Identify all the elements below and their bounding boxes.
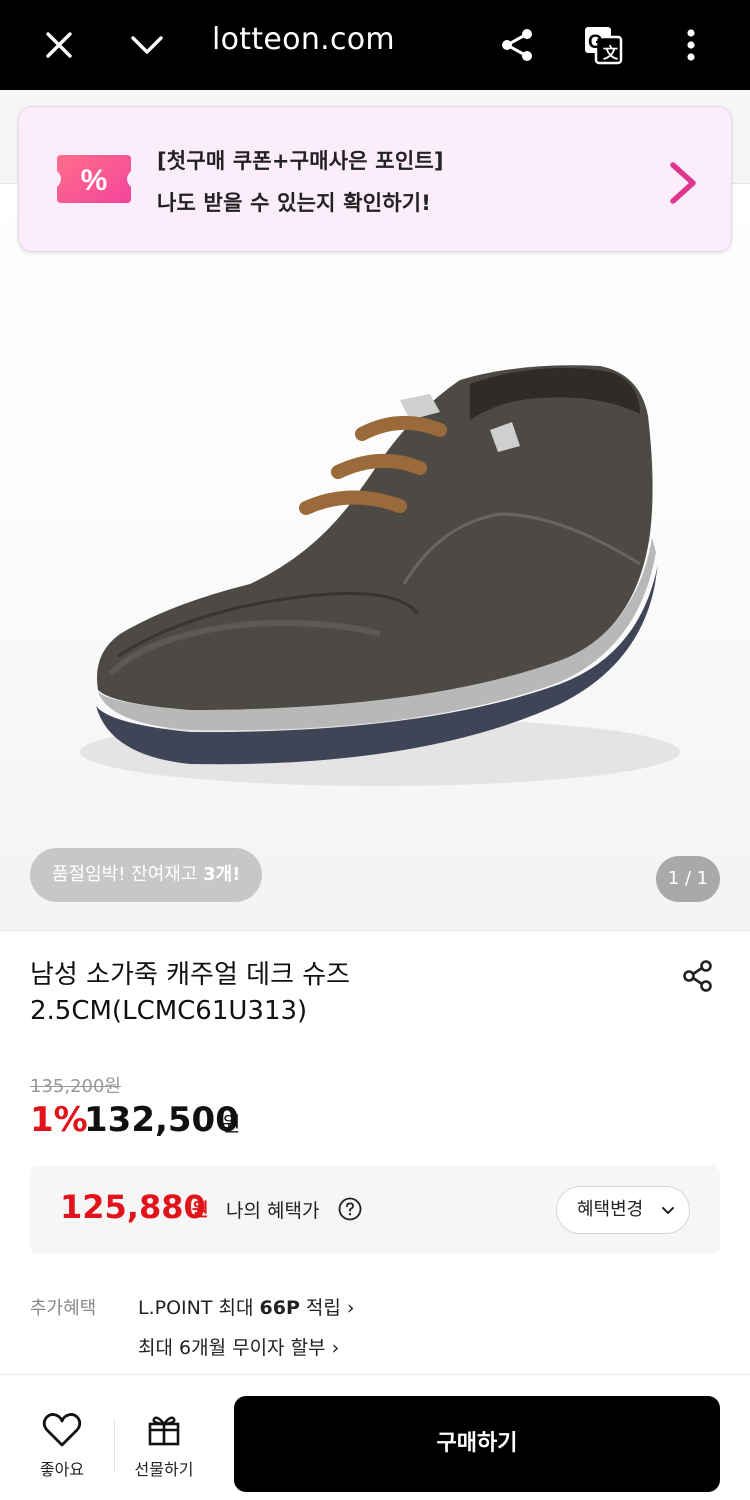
installment-benefit-link[interactable]: 최대 6개월 무이자 할부 ›: [138, 1333, 339, 1360]
product-share-icon[interactable]: [680, 958, 716, 994]
divider: [0, 1374, 750, 1375]
original-price: 135,200원: [30, 1076, 121, 1097]
change-benefit-button[interactable]: 혜택변경: [556, 1186, 690, 1234]
benefit-price-unit: 원: [192, 1200, 209, 1221]
svg-text:%: %: [81, 164, 108, 197]
divider: [0, 930, 750, 931]
buy-button[interactable]: 구매하기: [234, 1396, 720, 1492]
lpoint-benefit-link[interactable]: L.POINT 최대 66P 적립 ›: [138, 1293, 355, 1320]
image-page-indicator: 1 / 1: [656, 856, 720, 902]
translate-icon[interactable]: G 文: [574, 16, 632, 74]
divider: [114, 1418, 115, 1472]
benefit-label: 나의 혜택가: [226, 1200, 320, 1222]
like-label: 좋아요: [39, 1460, 85, 1479]
gift-icon: [148, 1416, 180, 1446]
first-purchase-promo-banner[interactable]: % [첫구매 쿠폰+구매사은 포인트] 나도 받을 수 있는지 확인하기!: [18, 106, 732, 252]
product-title-line1: 남성 소가죽 캐주얼 데크 슈즈: [30, 960, 351, 990]
address-bar-url[interactable]: lotteon.com: [212, 20, 395, 60]
promo-title: [첫구매 쿠폰+구매사은 포인트]: [157, 149, 444, 173]
discount-rate: 1%: [30, 1100, 88, 1140]
gift-label: 선물하기: [134, 1460, 194, 1479]
coupon-icon: %: [57, 155, 131, 203]
shoe-illustration: [80, 365, 680, 786]
heart-icon: [42, 1413, 82, 1447]
svg-text:文: 文: [603, 44, 619, 62]
my-benefit-price-box: 125,880 원 나의 혜택가 혜택변경: [30, 1166, 720, 1254]
help-icon[interactable]: [338, 1197, 362, 1221]
promo-subtitle: 나도 받을 수 있는지 확인하기!: [157, 191, 432, 215]
close-icon[interactable]: [30, 16, 88, 74]
more-vertical-icon[interactable]: [662, 16, 720, 74]
chevron-right-icon: [670, 162, 696, 204]
gift-button[interactable]: 선물하기: [124, 1406, 204, 1486]
svg-text:G: G: [588, 32, 603, 53]
like-button[interactable]: 좋아요: [22, 1406, 102, 1486]
sale-price: 132,500: [84, 1100, 239, 1140]
share-icon[interactable]: [488, 16, 546, 74]
chevron-down-icon[interactable]: [118, 16, 176, 74]
benefit-price: 125,880: [60, 1188, 206, 1226]
sale-price-unit: 원: [222, 1112, 241, 1136]
extra-benefit-label: 추가혜택: [30, 1298, 97, 1319]
chevron-down-icon: [662, 1207, 674, 1215]
low-stock-badge: 품절임박! 잔여재고 3개!: [30, 848, 263, 902]
product-image[interactable]: [0, 184, 750, 930]
product-title-line2: 2.5CM(LCMC61U313): [30, 996, 308, 1026]
browser-toolbar: lotteon.com G 文: [0, 0, 750, 90]
